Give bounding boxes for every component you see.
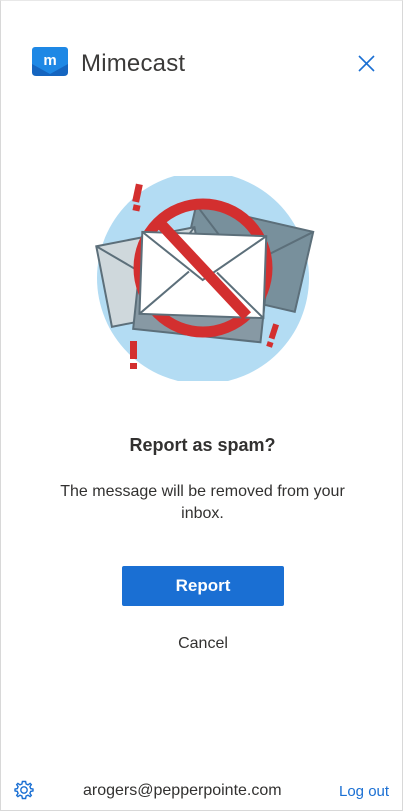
header: m Mimecast <box>31 46 381 80</box>
gear-icon[interactable] <box>13 779 35 801</box>
add-in-pane: m Mimecast Report as spam? The message w… <box>0 0 403 811</box>
dialog-message: The message will be removed from your in… <box>60 483 345 522</box>
dialog-title: Report as spam? <box>129 435 276 455</box>
svg-text:m: m <box>43 52 56 69</box>
report-button[interactable]: Report <box>122 566 284 606</box>
close-icon[interactable] <box>356 52 378 74</box>
footer: arogers@pepperpointe.com Log out <box>1 777 403 807</box>
app-title: Mimecast <box>81 50 186 77</box>
user-email: arogers@pepperpointe.com <box>83 782 282 799</box>
spam-illustration <box>95 176 315 381</box>
mimecast-logo-icon: m <box>32 47 68 76</box>
logout-link[interactable]: Log out <box>339 783 389 800</box>
cancel-button[interactable]: Cancel <box>122 631 284 657</box>
